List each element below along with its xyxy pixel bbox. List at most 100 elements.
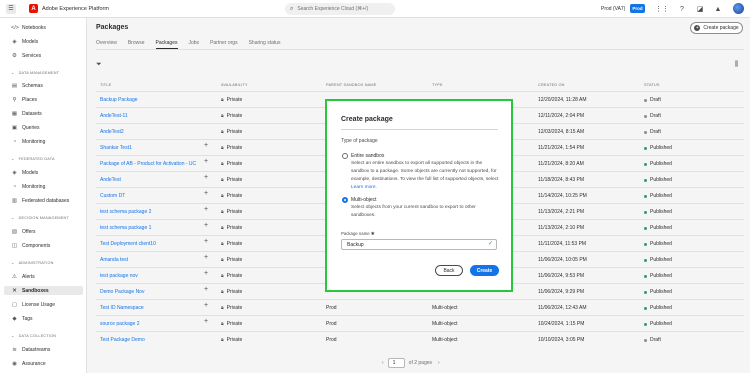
avatar[interactable]	[733, 3, 744, 14]
section-header-data-management[interactable]: ⌄ DATA MANAGEMENT	[11, 70, 59, 75]
sidebar-item-alerts[interactable]: ⚠ Alerts	[11, 272, 35, 281]
section-header-decision-management[interactable]: ⌄ DECISION MANAGEMENT	[11, 215, 69, 220]
column-settings-icon[interactable]: ⫼	[735, 61, 738, 69]
add-icon[interactable]: +	[204, 174, 208, 181]
package-name-label: Package name ✱	[341, 231, 375, 236]
add-icon[interactable]: +	[204, 206, 208, 213]
org-switcher[interactable]: Prod (VA7)	[601, 6, 625, 12]
add-icon[interactable]: +	[204, 270, 208, 277]
add-icon[interactable]: +	[204, 318, 208, 325]
prev-page-icon[interactable]: ‹	[382, 360, 384, 366]
menu-icon[interactable]: ☰	[6, 3, 16, 14]
apps-grid-icon[interactable]: ⋮⋮	[655, 4, 669, 14]
package-name-input[interactable]: Backup	[341, 239, 497, 250]
column-header-title[interactable]: TITLE	[100, 83, 111, 87]
create-button[interactable]: Create	[470, 265, 499, 276]
table-row[interactable]: Test Package Demo 🔒︎ Private Prod Multi-obje…	[96, 331, 744, 347]
package-title-link[interactable]: AndeTest	[100, 177, 121, 183]
add-icon[interactable]: +	[204, 142, 208, 149]
package-title-link[interactable]: Package of AB - Product for Activation -…	[100, 161, 196, 167]
sidebar-item-places[interactable]: ⚲ Places	[11, 95, 37, 104]
package-title-link[interactable]: Demo Package Nov	[100, 289, 144, 295]
package-title-link[interactable]: Shankar Test1	[100, 145, 132, 151]
pagination: ‹ 1 of 2 pages ›	[382, 358, 440, 368]
multi-object-label[interactable]: Multi-object	[351, 197, 377, 203]
add-icon[interactable]: +	[204, 238, 208, 245]
add-icon[interactable]: +	[204, 190, 208, 197]
help-icon[interactable]: ?	[677, 4, 687, 14]
page-number-input[interactable]: 1	[387, 358, 405, 368]
create-package-button[interactable]: + Create package	[690, 22, 743, 34]
table-row[interactable]: source package 2 + 🔒︎ Private Prod Multi-obje…	[96, 315, 744, 331]
created-on-cell: 12/03/2024, 8:15 AM	[538, 129, 585, 135]
lock-icon: 🔒︎	[221, 337, 224, 343]
sidebar-item-datastreams[interactable]: ≋ Datastreams	[11, 345, 50, 354]
section-header-administration[interactable]: ⌄ ADMINISTRATION	[11, 260, 54, 265]
column-header-type[interactable]: TYPE	[432, 83, 443, 87]
column-header-status[interactable]: STATUS	[644, 83, 660, 87]
package-title-link[interactable]: Backup Package	[100, 97, 138, 103]
back-button[interactable]: Back	[435, 265, 463, 276]
sidebar-item-monitoring[interactable]: ◔ Monitoring	[11, 137, 46, 146]
entire-sandbox-label[interactable]: Entire sandbox	[351, 153, 384, 159]
column-header-created-on[interactable]: CREATED ON	[538, 83, 565, 87]
search-input[interactable]: ⌕ Search Experience Cloud (⌘+/)	[285, 3, 395, 15]
sidebar-item-queries[interactable]: ▣ Queries	[11, 123, 40, 132]
sidebar-item-datasets[interactable]: ▦ Datasets	[11, 109, 42, 118]
status-badge: Published	[644, 305, 672, 311]
table-row[interactable]: Test ID Namespace + 🔒︎ Private Prod Multi-obj…	[96, 299, 744, 315]
sidebar-item-federated-models[interactable]: ◈ Models	[11, 168, 38, 177]
sandbox-badge[interactable]: Prod	[630, 4, 645, 13]
offers-icon: ▧	[11, 228, 18, 235]
app-title[interactable]: Adobe Experience Platform	[42, 6, 109, 12]
add-icon[interactable]: +	[204, 254, 208, 261]
add-icon[interactable]: +	[204, 222, 208, 229]
package-title-link[interactable]: test package nov	[100, 273, 138, 279]
sidebar-item-license-usage[interactable]: ▢ License Usage	[11, 300, 55, 309]
section-header-data-collection[interactable]: ⌄ DATA COLLECTION	[11, 333, 56, 338]
chevron-down-icon: ⌄	[11, 70, 15, 75]
bell-icon[interactable]: ▲	[713, 4, 723, 14]
sidebar-item-notebooks[interactable]: </> Notebooks	[11, 23, 46, 32]
package-title-link[interactable]: source package 2	[100, 321, 139, 327]
availability-cell: 🔒︎ Private	[221, 97, 243, 103]
components-icon: ◫	[11, 242, 18, 249]
sidebar-item-tags[interactable]: ◆ Tags	[11, 314, 32, 323]
sidebar-item-services[interactable]: ⚙ Services	[11, 51, 41, 60]
sidebar-item-components[interactable]: ◫ Components	[11, 241, 50, 250]
next-page-icon[interactable]: ›	[438, 360, 440, 366]
filter-icon[interactable]: ⏷	[96, 61, 102, 69]
package-title-link[interactable]: Custom DT	[100, 193, 125, 199]
status-dot-icon	[644, 338, 647, 342]
dialog-divider	[341, 129, 498, 130]
add-icon[interactable]: +	[204, 286, 208, 293]
package-title-link[interactable]: Test ID Namespace	[100, 305, 144, 311]
learn-more-link[interactable]: Learn more.	[351, 185, 377, 190]
add-icon[interactable]: +	[204, 158, 208, 165]
package-title-link[interactable]: Test Package Demo	[100, 337, 145, 343]
sidebar-item-federated-databases[interactable]: ▥ Federated databases	[11, 196, 69, 205]
package-title-link[interactable]: Test Deployment client10	[100, 241, 156, 247]
created-on-cell: 11/21/2024, 8:20 AM	[538, 161, 584, 167]
status-badge: Published	[644, 177, 672, 183]
section-header-federated-data[interactable]: ⌄ FEDERATED DATA	[11, 156, 55, 161]
package-title-link[interactable]: AndeTest-11	[100, 113, 128, 119]
sidebar-item-models[interactable]: ◈ Models	[11, 37, 38, 46]
radio-multi-object[interactable]	[342, 197, 348, 203]
sidebar-item-offers[interactable]: ▧ Offers	[11, 227, 36, 236]
add-icon[interactable]: +	[204, 302, 208, 309]
radio-entire-sandbox[interactable]	[342, 153, 348, 159]
sidebar-item-schemas[interactable]: ▤ Schemas	[11, 81, 43, 90]
feedback-icon[interactable]: ◪	[695, 4, 705, 14]
package-title-link[interactable]: AndeTest2	[100, 129, 124, 135]
package-title-link[interactable]: test schema package 2	[100, 209, 151, 215]
package-title-link[interactable]: Amanda test	[100, 257, 128, 263]
column-header-availability[interactable]: AVAILABILITY	[221, 83, 248, 87]
column-header-parent-sandbox[interactable]: PARENT SANDBOX NAME	[326, 83, 377, 87]
sidebar-item-assurance[interactable]: ◉ Assurance	[11, 359, 46, 368]
package-title-link[interactable]: test schema package 1	[100, 225, 151, 231]
sidebar-item-federated-monitoring[interactable]: ◔ Monitoring	[11, 182, 46, 191]
status-badge: Published	[644, 209, 672, 215]
sidebar-item-sandboxes[interactable]: ✕ Sandboxes	[4, 286, 83, 295]
lock-icon: 🔒︎	[221, 193, 224, 199]
